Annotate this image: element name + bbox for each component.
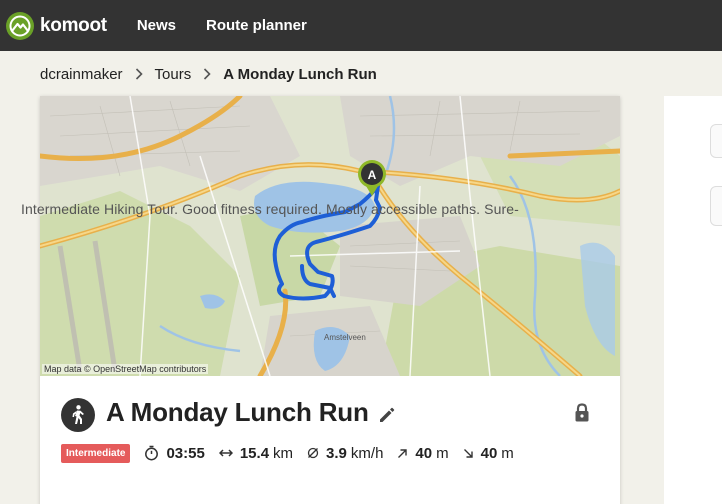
breadcrumb-current-page: A Monday Lunch Run (223, 65, 377, 83)
distance-stat: 15.4 km (218, 444, 294, 462)
speed-unit: km/h (350, 444, 384, 462)
komoot-logo[interactable]: komoot (6, 11, 107, 40)
top-navigation-bar: komoot News Route planner (0, 0, 722, 51)
map-attribution[interactable]: Map data © OpenStreetMap contributors (42, 364, 209, 374)
uphill-stat: 40 m (397, 444, 449, 462)
edit-pencil-icon[interactable] (377, 405, 397, 430)
breadcrumb: dcrainmaker Tours A Monday Lunch Run (40, 63, 377, 85)
breadcrumb-user-link[interactable]: dcrainmaker (40, 66, 123, 83)
distance-value: 15.4 (239, 444, 270, 462)
breadcrumb-tours-link[interactable]: Tours (155, 66, 192, 83)
map-place-label: Amstelveen (324, 333, 366, 342)
komoot-logo-icon (6, 11, 34, 40)
distance-arrows-icon (218, 449, 233, 457)
nav-news-link[interactable]: News (137, 17, 176, 34)
duration-stat: 03:55 (144, 444, 205, 462)
tour-title: A Monday Lunch Run (106, 397, 369, 427)
downhill-stat: 40 m (463, 445, 514, 462)
uphill-arrow-icon (398, 448, 408, 458)
difficulty-badge: Intermediate (61, 443, 131, 463)
chevron-right-icon (135, 68, 143, 80)
downhill-value: 40 (480, 444, 498, 462)
uphill-value: 40 (415, 444, 433, 462)
distance-unit: km (273, 444, 294, 462)
stopwatch-icon (145, 445, 159, 461)
side-panel-button[interactable] (710, 186, 722, 226)
side-panel-button[interactable] (710, 124, 722, 158)
downhill-unit: m (501, 444, 514, 462)
average-speed-icon (307, 447, 319, 459)
chevron-right-icon (203, 68, 211, 80)
nav-route-planner-link[interactable]: Route planner (206, 17, 307, 34)
brand-name: komoot (40, 14, 107, 36)
speed-stat: 3.9 km/h (307, 445, 383, 462)
hiking-icon (61, 398, 95, 432)
tour-card: A Amstelveen Map data © OpenStreetMap co… (40, 96, 620, 504)
start-marker-label: A (368, 168, 377, 182)
uphill-unit: m (436, 444, 449, 462)
tour-info-section: A Monday Lunch Run Intermediate 03:55 15… (40, 376, 620, 504)
lock-icon[interactable] (573, 403, 591, 428)
tour-description: Intermediate Hiking Tour. Good fitness r… (21, 201, 519, 217)
tour-stats: Intermediate 03:55 15.4 km 3.9 km/h 40 m… (61, 442, 514, 464)
downhill-arrow-icon (463, 448, 473, 458)
speed-value: 3.9 (326, 444, 347, 462)
route-map[interactable]: A Amstelveen Map data © OpenStreetMap co… (40, 96, 620, 379)
duration-value: 03:55 (166, 444, 205, 462)
